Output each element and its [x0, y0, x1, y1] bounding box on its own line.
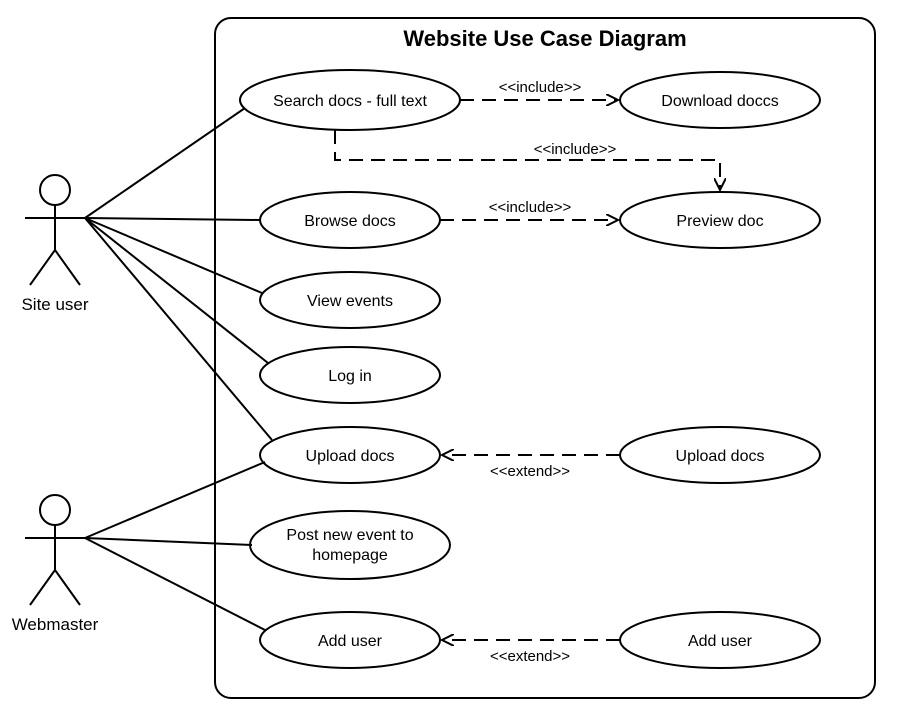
uc-search-docs-label: Search docs - full text — [273, 93, 427, 110]
rel-browse-include-preview-label: <<include>> — [489, 199, 572, 216]
actor-webmaster: Webmaster — [12, 495, 99, 634]
diagram-title: Website Use Case Diagram — [403, 26, 686, 51]
uc-post-event-label-1: Post new event to — [286, 527, 413, 544]
uc-upload-docs-label: Upload docs — [306, 448, 395, 465]
uc-download-docs-label: Download doccs — [661, 93, 778, 110]
rel-upload-extend-label: <<extend>> — [490, 463, 570, 480]
uc-add-user-label: Add user — [318, 633, 383, 650]
rel-search-include-preview — [335, 130, 720, 190]
actor-webmaster-label: Webmaster — [12, 615, 99, 634]
rel-search-include-preview-label: <<include>> — [534, 141, 617, 158]
uc-upload-docs-2-label: Upload docs — [676, 448, 765, 465]
assoc-siteuser-search — [85, 108, 245, 218]
uc-post-event-label-2: homepage — [312, 547, 388, 564]
assoc-siteuser-viewevents — [85, 218, 262, 293]
uc-post-event — [250, 511, 450, 579]
use-case-diagram: Website Use Case Diagram Site user Webma… — [0, 0, 902, 715]
assoc-webmaster-postevent — [85, 538, 252, 545]
rel-adduser-extend-label: <<extend>> — [490, 648, 570, 665]
rel-search-include-download-label: <<include>> — [499, 79, 582, 96]
assoc-siteuser-login — [85, 218, 268, 363]
assoc-webmaster-upload — [85, 462, 265, 538]
uc-log-in-label: Log in — [328, 368, 372, 385]
uc-browse-docs-label: Browse docs — [304, 213, 396, 230]
actor-site-user: Site user — [21, 175, 88, 314]
assoc-siteuser-upload — [85, 218, 272, 440]
uc-add-user-2-label: Add user — [688, 633, 753, 650]
assoc-siteuser-browse — [85, 218, 260, 220]
uc-view-events-label: View events — [307, 293, 393, 310]
assoc-webmaster-adduser — [85, 538, 265, 630]
uc-preview-doc-label: Preview doc — [676, 213, 763, 230]
actor-site-user-label: Site user — [21, 295, 88, 314]
